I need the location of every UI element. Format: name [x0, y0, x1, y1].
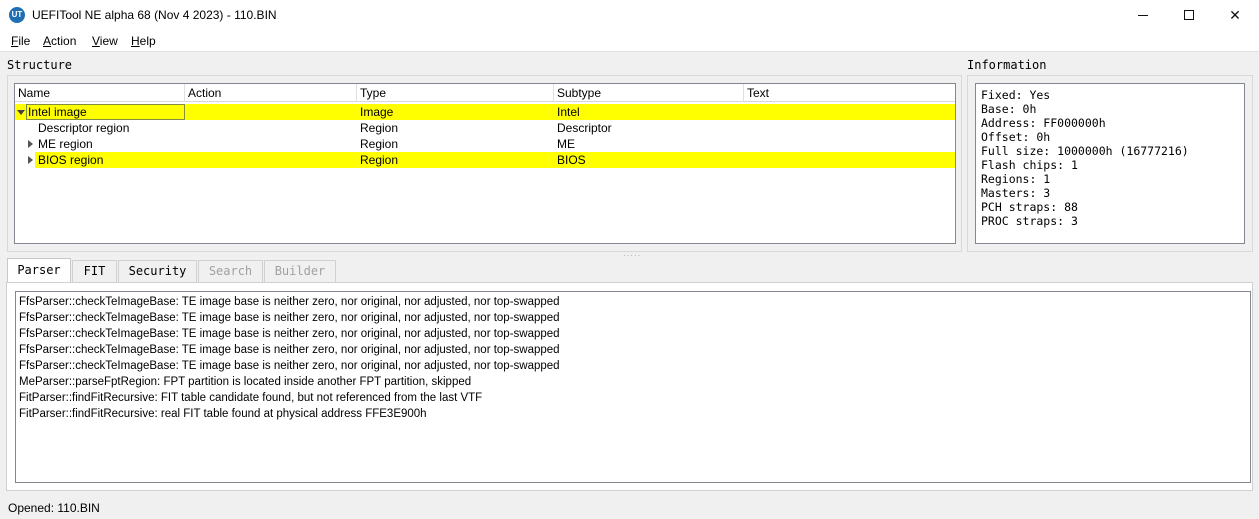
info-line: Regions: 1 [981, 172, 1051, 186]
tree-row[interactable]: BIOS region Region BIOS [35, 152, 955, 168]
row-subtype: ME [557, 137, 575, 151]
message-line[interactable]: FfsParser::checkTeImageBase: TE image ba… [19, 358, 1247, 374]
parser-messages-list[interactable]: FfsParser::checkTeImageBase: TE image ba… [15, 291, 1251, 483]
info-line: Base: 0h [981, 102, 1037, 116]
expand-arrow-icon[interactable] [28, 156, 33, 164]
message-line[interactable]: FfsParser::checkTeImageBase: TE image ba… [19, 342, 1247, 358]
status-text: Opened: 110.BIN [8, 501, 100, 515]
row-name: BIOS region [38, 153, 104, 167]
structure-tree[interactable]: Name Action Type Subtype Text Intel imag… [14, 83, 956, 244]
column-header-action[interactable]: Action [185, 84, 357, 102]
info-line: Offset: 0h [981, 130, 1051, 144]
menu-bar: File Action View Help [0, 32, 1259, 52]
menu-view-mnemonic: V [92, 34, 100, 48]
row-subtype: Intel [557, 105, 580, 119]
message-line[interactable]: MeParser::parseFptRegion: FPT partition … [19, 374, 1247, 390]
tree-row[interactable]: Intel image Image Intel [15, 104, 955, 120]
collapse-arrow-icon[interactable] [17, 110, 25, 115]
title-bar: UT UEFITool NE alpha 68 (Nov 4 2023) - 1… [0, 0, 1259, 32]
menu-action-mnemonic: A [43, 34, 52, 48]
menu-action[interactable]: Action [43, 34, 76, 48]
maximize-icon [1184, 10, 1194, 20]
tab-builder: Builder [264, 260, 336, 282]
row-name: Intel image [28, 105, 87, 119]
row-name: Descriptor region [38, 121, 130, 135]
minimize-icon [1138, 14, 1148, 16]
tree-header: Name Action Type Subtype Text [15, 84, 955, 102]
info-line: Flash chips: 1 [981, 158, 1078, 172]
tab-security[interactable]: Security [118, 260, 197, 282]
tab-parser[interactable]: Parser [7, 258, 71, 283]
menu-file-label: ile [18, 34, 31, 48]
row-type: Image [360, 105, 394, 119]
column-header-subtype[interactable]: Subtype [554, 84, 744, 102]
menu-help-label: elp [139, 34, 156, 48]
row-subtype: BIOS [557, 153, 586, 167]
info-line: Address: FF000000h [981, 116, 1106, 130]
info-line: Masters: 3 [981, 186, 1051, 200]
close-button[interactable]: ✕ [1212, 0, 1258, 30]
menu-view-label: iew [99, 34, 118, 48]
info-line: Full size: 1000000h (16777216) [981, 144, 1189, 158]
expand-arrow-icon[interactable] [28, 140, 33, 148]
menu-action-label: ction [51, 34, 77, 48]
window-title: UEFITool NE alpha 68 (Nov 4 2023) - 110.… [32, 8, 277, 22]
column-header-text[interactable]: Text [744, 84, 955, 102]
tab-search: Search [198, 260, 263, 282]
row-type: Region [360, 121, 399, 135]
menu-file[interactable]: File [11, 34, 30, 48]
app-icon: UT [9, 7, 25, 23]
column-header-name[interactable]: Name [15, 84, 185, 102]
tab-fit[interactable]: FIT [72, 260, 117, 282]
info-line: PCH straps: 88 [981, 200, 1078, 214]
information-text[interactable]: Fixed: Yes Base: 0h Address: FF000000h O… [975, 83, 1245, 244]
splitter-handle[interactable]: ····· [623, 251, 641, 260]
row-type: Region [360, 137, 399, 151]
information-label: Information [967, 58, 1047, 72]
column-header-type[interactable]: Type [357, 84, 554, 102]
row-subtype: Descriptor [557, 121, 612, 135]
menu-help[interactable]: Help [131, 34, 156, 48]
info-line: PROC straps: 3 [981, 214, 1078, 228]
menu-view[interactable]: View [92, 34, 118, 48]
message-line[interactable]: FitParser::findFitRecursive: FIT table c… [19, 390, 1247, 406]
message-line[interactable]: FfsParser::checkTeImageBase: TE image ba… [19, 310, 1247, 326]
message-line[interactable]: FitParser::findFitRecursive: real FIT ta… [19, 406, 1247, 422]
tree-row[interactable]: ME region Region ME [15, 136, 955, 152]
minimize-button[interactable] [1120, 0, 1166, 30]
tree-row[interactable]: Descriptor region Region Descriptor [15, 120, 955, 136]
message-line[interactable]: FfsParser::checkTeImageBase: TE image ba… [19, 326, 1247, 342]
status-bar: Opened: 110.BIN [0, 497, 1259, 519]
close-icon: ✕ [1229, 6, 1241, 23]
menu-help-mnemonic: H [131, 34, 140, 48]
row-type: Region [360, 153, 399, 167]
row-name: ME region [38, 137, 93, 151]
message-line[interactable]: FfsParser::checkTeImageBase: TE image ba… [19, 294, 1247, 310]
maximize-button[interactable] [1166, 0, 1212, 30]
info-line: Fixed: Yes [981, 88, 1051, 102]
parser-panel: FfsParser::checkTeImageBase: TE image ba… [6, 282, 1253, 491]
structure-label: Structure [7, 58, 73, 72]
